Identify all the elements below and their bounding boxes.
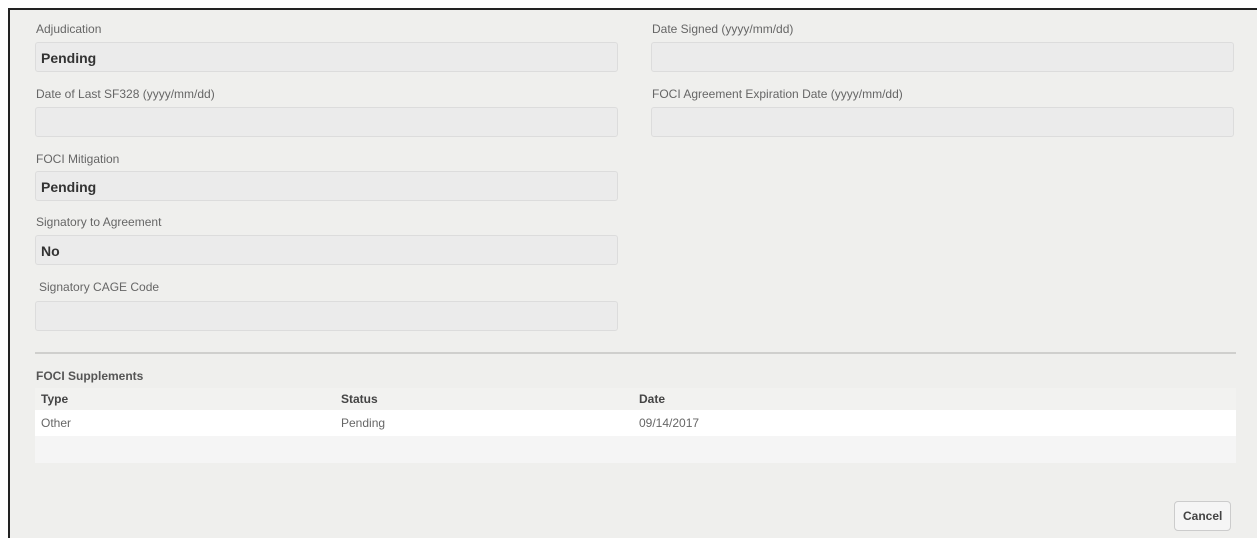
signatory-field[interactable]: No <box>35 235 618 265</box>
column-header-type[interactable]: Type <box>41 392 68 406</box>
column-header-date[interactable]: Date <box>639 392 665 406</box>
table-header: Type Status Date <box>35 388 1236 410</box>
foci-mitigation-field[interactable]: Pending <box>35 171 618 201</box>
supplements-title: FOCI Supplements <box>36 369 144 383</box>
date-last-sf328-label: Date of Last SF328 (yyyy/mm/dd) <box>36 87 215 101</box>
signatory-cage-field[interactable] <box>35 301 618 331</box>
cell-type: Other <box>41 416 72 430</box>
foci-expiration-field[interactable] <box>651 107 1234 137</box>
adjudication-label: Adjudication <box>36 22 102 36</box>
date-signed-label: Date Signed (yyyy/mm/dd) <box>652 22 794 36</box>
column-header-status[interactable]: Status <box>341 392 378 406</box>
signatory-label: Signatory to Agreement <box>36 215 162 229</box>
cell-status: Pending <box>341 416 386 430</box>
signatory-cage-label: Signatory CAGE Code <box>39 280 160 294</box>
foci-expiration-label: FOCI Agreement Expiration Date (yyyy/mm/… <box>652 87 903 101</box>
cancel-button[interactable]: Cancel <box>1174 501 1232 531</box>
table-empty-row <box>35 436 1236 463</box>
foci-mitigation-label: FOCI Mitigation <box>36 152 120 166</box>
section-divider <box>35 352 1236 354</box>
date-signed-field[interactable] <box>651 42 1234 72</box>
form-panel: Adjudication Pending Date of Last SF328 … <box>8 8 1257 538</box>
cell-date: 09/14/2017 <box>639 416 700 430</box>
adjudication-field[interactable]: Pending <box>35 42 618 72</box>
supplements-table: Type Status Date Other Pending 09/14/201… <box>35 388 1236 463</box>
date-last-sf328-field[interactable] <box>35 107 618 137</box>
table-row[interactable]: Other Pending 09/14/2017 <box>35 410 1236 436</box>
